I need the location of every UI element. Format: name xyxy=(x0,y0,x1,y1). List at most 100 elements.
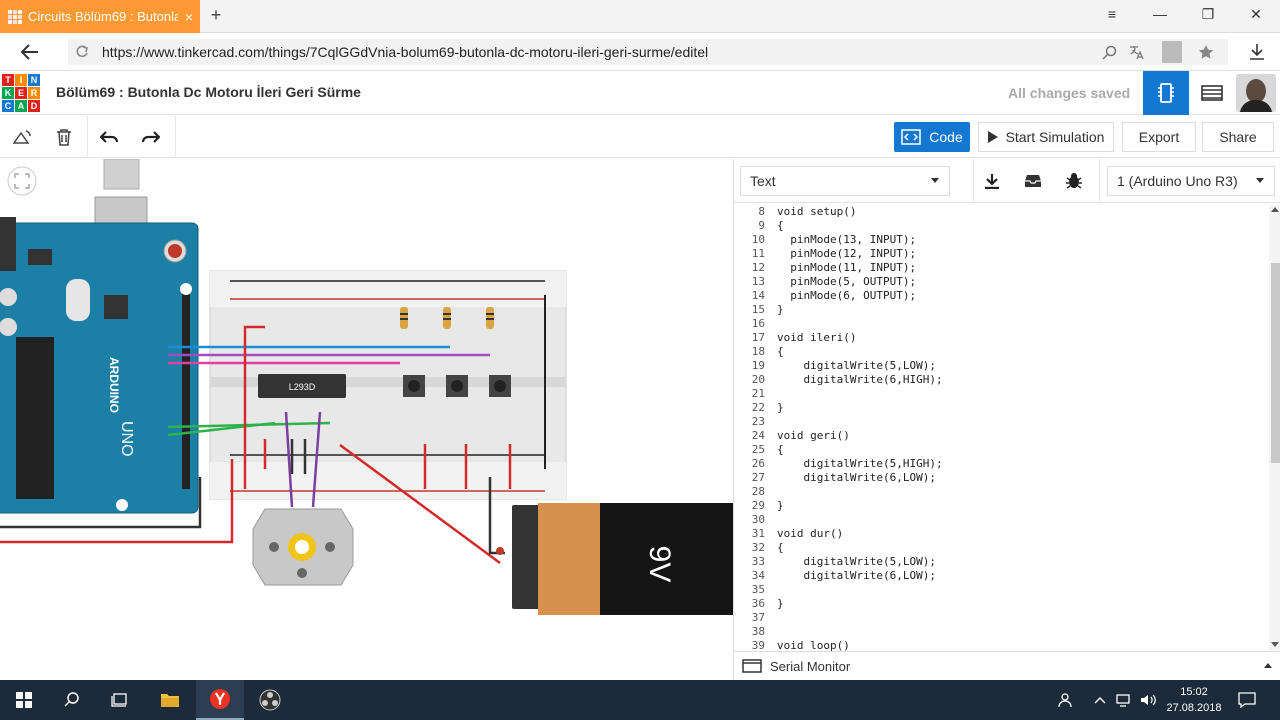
reload-icon[interactable] xyxy=(75,45,89,59)
code-line[interactable]: 37 xyxy=(734,611,1269,625)
obs-button[interactable] xyxy=(246,680,294,720)
show-hidden-icons[interactable] xyxy=(1090,680,1110,720)
browser-tab-active[interactable]: Circuits Bölüm69 : Butonla × xyxy=(0,0,200,33)
user-avatar[interactable] xyxy=(1236,74,1276,112)
code-line[interactable]: 14 pinMode(6, OUTPUT); xyxy=(734,289,1269,303)
action-center-button[interactable] xyxy=(1232,680,1262,720)
code-line[interactable]: 34 digitalWrite(6,LOW); xyxy=(734,569,1269,583)
code-line[interactable]: 25 { xyxy=(734,443,1269,457)
resistor[interactable] xyxy=(486,307,494,329)
browser-menu-icon[interactable]: ≡ xyxy=(1097,6,1127,26)
code-line[interactable]: 9{ xyxy=(734,219,1269,233)
downloads-icon[interactable] xyxy=(1249,43,1265,61)
resistor[interactable] xyxy=(400,307,408,329)
code-line[interactable]: 18 { xyxy=(734,345,1269,359)
lock-icon[interactable] xyxy=(1162,41,1182,63)
board-select[interactable]: 1 (Arduino Uno R3) xyxy=(1107,166,1275,196)
taskbar-clock[interactable]: 15:02 27.08.2018 xyxy=(1164,684,1224,716)
share-button[interactable]: Share xyxy=(1202,122,1274,152)
project-title[interactable]: Bölüm69 : Butonla Dc Motoru İleri Geri S… xyxy=(56,84,361,100)
resistor[interactable] xyxy=(443,307,451,329)
tab-close-icon[interactable]: × xyxy=(178,9,200,25)
new-tab-button[interactable]: + xyxy=(206,5,226,27)
code-line[interactable]: 23 xyxy=(734,415,1269,429)
component-list-button[interactable] xyxy=(1190,71,1234,115)
9v-battery[interactable]: 9V xyxy=(496,503,733,615)
code-line[interactable]: 39 void loop() xyxy=(734,639,1269,651)
l293d-chip[interactable]: L293D xyxy=(258,374,346,398)
download-code-button[interactable] xyxy=(975,166,1009,196)
start-simulation-button[interactable]: Start Simulation xyxy=(978,122,1114,152)
library-button[interactable] xyxy=(1016,166,1050,196)
code-line[interactable]: 38 xyxy=(734,625,1269,639)
scroll-down-icon[interactable] xyxy=(1271,642,1279,647)
minimize-button[interactable]: — xyxy=(1145,6,1175,26)
bookmark-star-icon[interactable] xyxy=(1198,44,1214,60)
code-line[interactable]: 12 pinMode(11, INPUT); xyxy=(734,261,1269,275)
debugger-button[interactable] xyxy=(1057,166,1091,196)
rotate-button[interactable] xyxy=(6,122,38,152)
code-line[interactable]: 29} xyxy=(734,499,1269,513)
code-line[interactable]: 26 digitalWrite(5,HIGH); xyxy=(734,457,1269,471)
circuit-canvas[interactable]: ARDUINO UNO L293D 9V xyxy=(0,159,733,680)
code-line[interactable]: 35 xyxy=(734,583,1269,597)
code-line[interactable]: 11 pinMode(12, INPUT); xyxy=(734,247,1269,261)
network-icon[interactable] xyxy=(1112,680,1136,720)
code-text: } xyxy=(777,303,784,316)
pushbutton[interactable] xyxy=(403,375,425,397)
redo-button[interactable] xyxy=(135,122,167,152)
code-line[interactable]: 21 xyxy=(734,387,1269,401)
yandex-browser-button[interactable] xyxy=(196,680,244,720)
task-view-button[interactable] xyxy=(96,680,144,720)
delete-button[interactable] xyxy=(48,122,80,152)
tinkercad-logo[interactable]: T I N K E R C A D xyxy=(2,74,40,112)
search-icon[interactable] xyxy=(1102,45,1117,60)
code-text: void dur() xyxy=(777,527,844,540)
taskbar-search-button[interactable] xyxy=(48,680,96,720)
restore-button[interactable]: ❐ xyxy=(1193,6,1223,26)
translate-icon[interactable] xyxy=(1128,44,1144,60)
code-button[interactable]: Code xyxy=(894,122,970,152)
code-line[interactable]: 13 pinMode(5, OUTPUT); xyxy=(734,275,1269,289)
pushbutton[interactable] xyxy=(489,375,511,397)
serial-monitor-bar[interactable]: Serial Monitor xyxy=(734,651,1280,680)
code-line[interactable]: 30 xyxy=(734,513,1269,527)
fit-view-icon[interactable] xyxy=(7,166,37,196)
url-input[interactable]: https://www.tinkercad.com/things/7CqlGGd… xyxy=(68,39,1228,65)
code-line[interactable]: 20 digitalWrite(6,HIGH); xyxy=(734,373,1269,387)
code-line[interactable]: 19 digitalWrite(5,LOW); xyxy=(734,359,1269,373)
expand-up-icon[interactable] xyxy=(1264,663,1272,668)
close-window-button[interactable]: ✕ xyxy=(1241,6,1271,26)
code-line[interactable]: 17 void ileri() xyxy=(734,331,1269,345)
code-line[interactable]: 16 xyxy=(734,317,1269,331)
code-line[interactable]: 27 digitalWrite(6,LOW); xyxy=(734,471,1269,485)
scrollbar-thumb[interactable] xyxy=(1271,263,1280,463)
start-button[interactable] xyxy=(0,680,48,720)
circuit-view-button[interactable] xyxy=(1143,71,1189,115)
code-line[interactable]: 36} xyxy=(734,597,1269,611)
undo-button[interactable] xyxy=(93,122,125,152)
code-line[interactable]: 32 { xyxy=(734,541,1269,555)
editor-scrollbar[interactable] xyxy=(1269,205,1280,651)
back-arrow-icon[interactable] xyxy=(20,43,40,61)
code-line[interactable]: 10 pinMode(13, INPUT); xyxy=(734,233,1269,247)
code-mode-select[interactable]: Text xyxy=(740,166,950,196)
export-button[interactable]: Export xyxy=(1122,122,1196,152)
code-line[interactable]: 15} xyxy=(734,303,1269,317)
volume-icon[interactable] xyxy=(1136,680,1160,720)
code-text: { xyxy=(777,541,784,554)
scroll-up-icon[interactable] xyxy=(1271,207,1279,212)
code-line[interactable]: 33 digitalWrite(5,LOW); xyxy=(734,555,1269,569)
people-icon[interactable] xyxy=(1052,680,1080,720)
arduino-uno-board[interactable]: ARDUINO UNO xyxy=(0,217,199,514)
pushbutton[interactable] xyxy=(446,375,468,397)
code-line[interactable]: 24 void geri() xyxy=(734,429,1269,443)
code-editor[interactable]: 8 void setup() 9{10 pinMode(13, INPUT); 11 … xyxy=(734,205,1269,651)
code-line[interactable]: 31 void dur() xyxy=(734,527,1269,541)
code-line[interactable]: 22} xyxy=(734,401,1269,415)
code-line[interactable]: 8 void setup() xyxy=(734,205,1269,219)
code-line[interactable]: 28 xyxy=(734,485,1269,499)
code-text: void ileri() xyxy=(777,331,857,344)
file-explorer-button[interactable] xyxy=(146,680,194,720)
dc-motor[interactable] xyxy=(252,508,354,586)
